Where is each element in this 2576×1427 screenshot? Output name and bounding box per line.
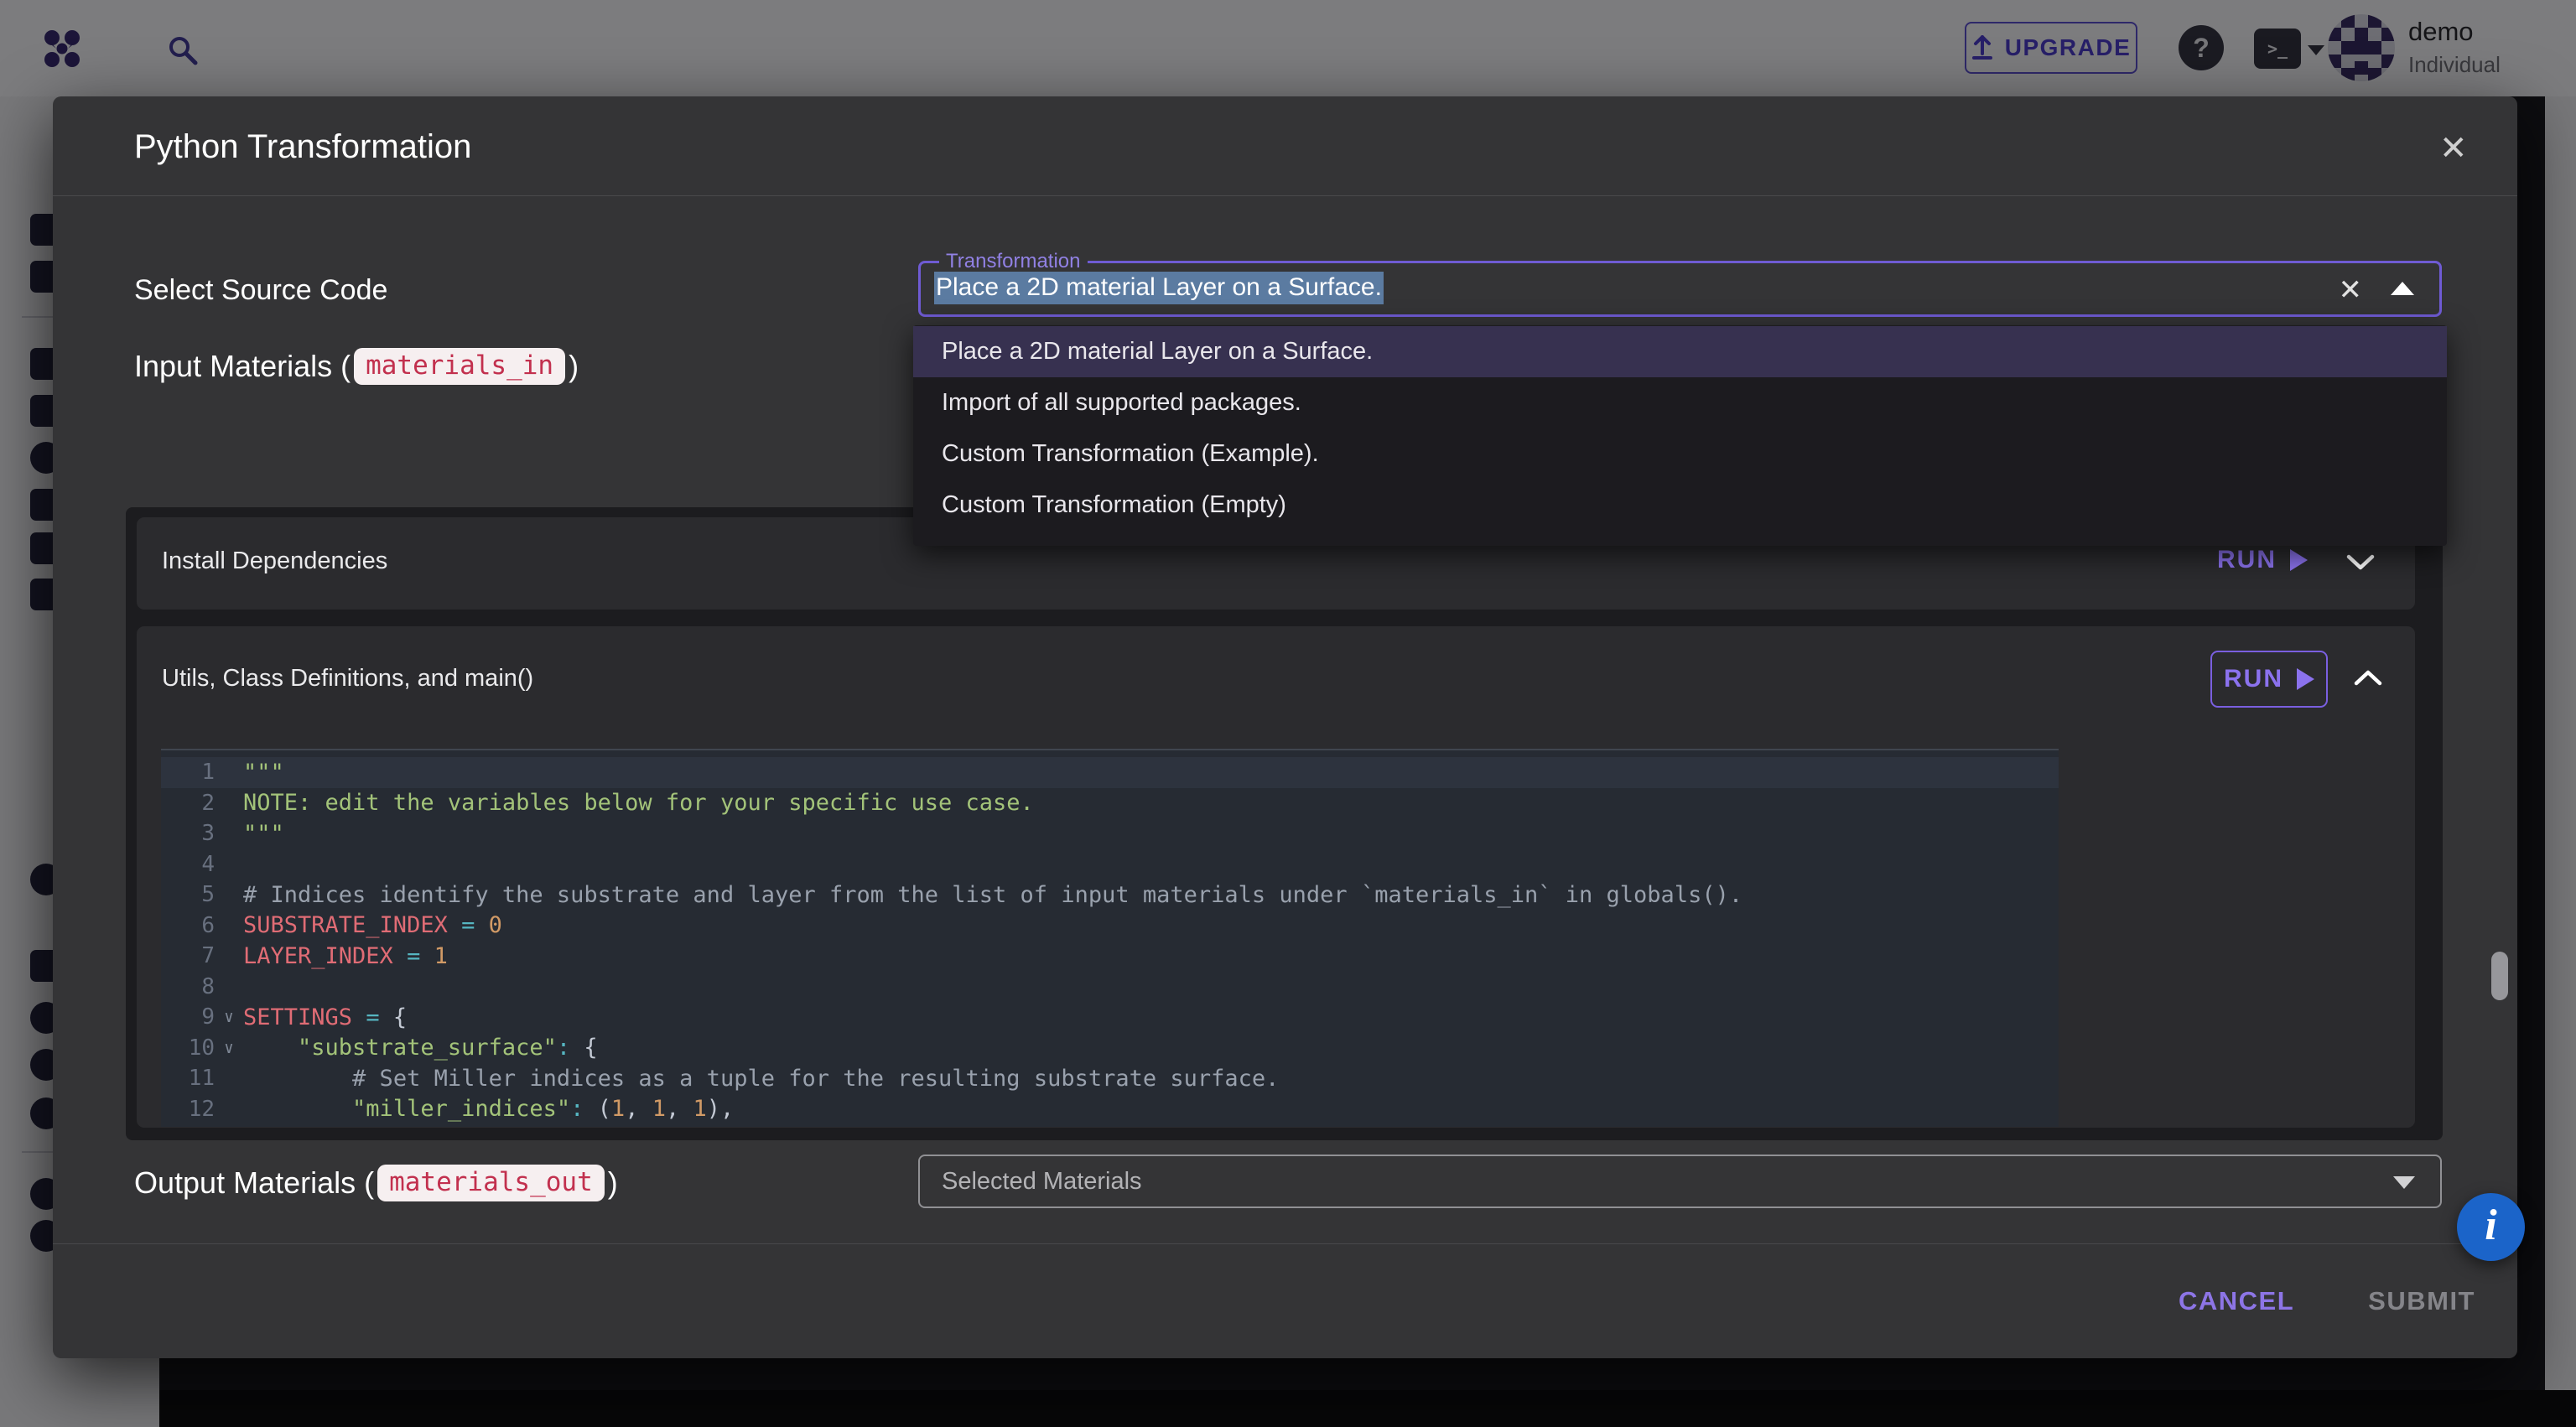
python-code-editor[interactable]: 1 """ 2 NOTE: edit the variables below for … <box>161 749 2059 1127</box>
code-text: """ <box>243 821 284 847</box>
transformation-combobox[interactable]: Transformation Place a 2D material Layer… <box>918 261 2442 317</box>
editor-line: 9∨SETTINGS = { <box>161 1002 2059 1033</box>
input-materials-label: Input Materials (materials_in) <box>134 348 579 385</box>
fold-arrow-icon[interactable]: ∨ <box>215 1039 243 1057</box>
run-install-button[interactable]: RUN <box>2217 546 2308 574</box>
materials-in-chip: materials_in <box>354 348 565 385</box>
selected-materials-dropdown[interactable]: Selected Materials <box>918 1155 2442 1208</box>
line-number: 2 <box>161 791 215 816</box>
line-number: 6 <box>161 913 215 938</box>
editor-line: 2 NOTE: edit the variables below for your… <box>161 788 2059 819</box>
editor-line: 10∨ "substrate_surface": { <box>161 1033 2059 1064</box>
code-text: LAYER_INDEX = 1 <box>243 943 448 969</box>
panel-scrollbar-thumb[interactable] <box>2491 952 2508 1000</box>
info-icon: i <box>2485 1204 2496 1248</box>
collapse-caret-icon[interactable] <box>2391 282 2414 295</box>
dropdown-caret-icon <box>2393 1176 2415 1189</box>
collapse-chevron-up-icon[interactable] <box>2350 667 2386 690</box>
line-number: 8 <box>161 974 215 999</box>
editor-line: 5 # Indices identify the substrate and la… <box>161 880 2059 911</box>
transformation-field-label: Transformation <box>939 250 1088 273</box>
input-materials-suffix: ) <box>569 349 579 384</box>
cancel-button[interactable]: CANCEL <box>2163 1274 2309 1328</box>
code-text: # Indices identify the substrate and lay… <box>243 882 1742 908</box>
play-icon <box>2290 549 2308 571</box>
expand-chevron-down-icon[interactable] <box>2343 551 2378 574</box>
transformation-field-value: Place a 2D material Layer on a Surface. <box>934 273 1384 302</box>
input-materials-prefix: Input Materials ( <box>134 349 351 384</box>
editor-line: 12 "miller_indices": (1, 1, 1), <box>161 1094 2059 1125</box>
editor-line: 3 """ <box>161 818 2059 849</box>
editor-line: 6 SUBSTRATE_INDEX = 0 <box>161 911 2059 942</box>
transformation-option[interactable]: Import of all supported packages. <box>913 377 2447 428</box>
materials-out-chip: materials_out <box>377 1165 605 1201</box>
transformation-option[interactable]: Custom Transformation (Example). <box>913 428 2447 480</box>
editor-line: 8 <box>161 972 2059 1003</box>
code-text: SETTINGS = { <box>243 1004 407 1030</box>
install-dependencies-title: Install Dependencies <box>162 547 387 575</box>
utils-main-title: Utils, Class Definitions, and main() <box>162 665 533 693</box>
code-text: NOTE: edit the variables below for your … <box>243 790 1034 816</box>
line-number: 1 <box>161 760 215 785</box>
editor-line: 7 LAYER_INDEX = 1 <box>161 941 2059 972</box>
line-number: 10 <box>161 1035 215 1061</box>
output-materials-prefix: Output Materials ( <box>134 1165 374 1201</box>
dialog-footer: CANCEL SUBMIT <box>53 1244 2517 1358</box>
utils-main-section: Utils, Class Definitions, and main() RUN… <box>137 626 2415 1128</box>
header-divider <box>53 195 2517 196</box>
code-text: # Set Miller indices as a tuple for the … <box>243 1066 1279 1092</box>
line-number: 12 <box>161 1097 215 1122</box>
code-text: SUBSTRATE_INDEX = 0 <box>243 912 502 938</box>
dialog-title: Python Transformation <box>134 128 471 166</box>
info-fab-button[interactable]: i <box>2457 1193 2525 1261</box>
selected-materials-value: Selected Materials <box>942 1168 1142 1196</box>
editor-line: 11 # Set Miller indices as a tuple for t… <box>161 1063 2059 1094</box>
editor-line: 1 """ <box>161 757 2059 788</box>
line-number: 11 <box>161 1066 215 1091</box>
line-number: 7 <box>161 943 215 968</box>
code-text: "miller_indices": (1, 1, 1), <box>243 1096 734 1122</box>
output-materials-suffix: ) <box>608 1165 618 1201</box>
select-source-code-label: Select Source Code <box>134 274 387 307</box>
submit-button[interactable]: SUBMIT <box>2353 1274 2490 1328</box>
clear-icon[interactable]: ✕ <box>2339 273 2363 307</box>
line-number: 5 <box>161 882 215 907</box>
run-utils-button[interactable]: RUN <box>2210 651 2328 708</box>
play-icon <box>2297 668 2314 690</box>
transformation-option[interactable]: Custom Transformation (Empty) <box>913 480 2447 531</box>
code-text: "substrate_surface": { <box>243 1035 598 1061</box>
close-icon[interactable]: ✕ <box>2439 132 2468 165</box>
transformation-options-menu: Place a 2D material Layer on a Surface.I… <box>913 325 2447 546</box>
python-transformation-dialog: Python Transformation ✕ Select Source Co… <box>53 96 2517 1358</box>
line-number: 9 <box>161 1004 215 1030</box>
transformation-option[interactable]: Place a 2D material Layer on a Surface. <box>913 326 2447 377</box>
line-number: 3 <box>161 821 215 846</box>
editor-line: 4 <box>161 849 2059 880</box>
output-materials-label: Output Materials (materials_out) <box>134 1165 618 1201</box>
screen: UPGRADE ? >_ demo Individual <box>0 0 2576 1427</box>
line-number: 4 <box>161 852 215 877</box>
fold-arrow-icon[interactable]: ∨ <box>215 1008 243 1026</box>
code-text: """ <box>243 760 284 786</box>
